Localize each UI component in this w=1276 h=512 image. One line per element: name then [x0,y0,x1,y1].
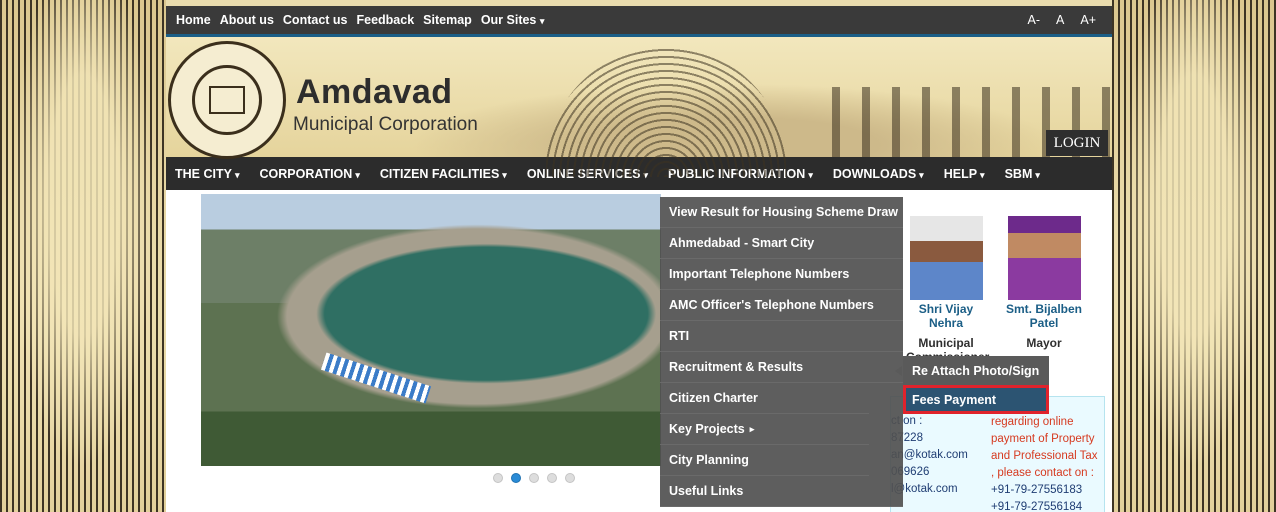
nav-corporation[interactable]: CORPORATION ▾ [259,167,359,181]
login-button[interactable]: LOGIN [1046,130,1108,156]
menu-item-housing-result[interactable]: View Result for Housing Scheme Draw [660,197,903,228]
caret-down-icon: ▾ [919,169,924,180]
our-sites-link[interactable]: Our Sites ▾ [481,13,545,27]
officials-panel: Shri Vijay Nehra Municipal Commissioner … [906,216,1084,364]
feedback-link[interactable]: Feedback [357,13,415,27]
nav-sbm[interactable]: SBM ▾ [1005,167,1040,181]
page-container: Home About us Contact us Feedback Sitema… [166,0,1112,512]
menu-item-key-projects[interactable]: Key Projects ▸ [660,414,869,445]
info-right-column: ry regarding online payment of Property … [991,399,1098,512]
content-area: Shri Vijay Nehra Municipal Commissioner … [166,190,1112,512]
font-decrease-button[interactable]: A- [1028,13,1041,27]
submenu-pointer-icon [895,366,902,376]
caret-down-icon: ▾ [234,169,240,180]
top-bar: Home About us Contact us Feedback Sitema… [166,0,1112,37]
public-information-dropdown: View Result for Housing Scheme Draw Ahme… [660,197,903,507]
caret-down-icon: ▾ [980,169,985,180]
official-commissioner: Shri Vijay Nehra Municipal Commissioner [906,216,989,364]
menu-item-citizen-charter[interactable]: Citizen Charter [660,383,869,414]
menu-item-city-planning[interactable]: City Planning [660,445,869,476]
caret-down-icon: ▾ [355,169,360,180]
hero-slider-image[interactable] [201,194,661,466]
nav-the-city[interactable]: THE CITY ▾ [175,167,239,181]
caret-down-icon: ▾ [539,16,545,26]
menu-item-recruitment[interactable]: Recruitment & Results [660,352,903,383]
about-us-link[interactable]: About us [220,13,274,27]
top-links: Home About us Contact us Feedback Sitema… [166,13,544,27]
nav-help[interactable]: HELP ▾ [944,167,985,181]
mayor-photo [1007,216,1081,300]
official-role: Mayor [1026,336,1062,350]
nav-downloads[interactable]: DOWNLOADS ▾ [833,167,924,181]
font-increase-button[interactable]: A+ [1080,13,1096,27]
caret-down-icon: ▾ [502,169,507,180]
slider-dot[interactable] [493,473,503,483]
chevron-right-icon: ▸ [749,423,755,434]
sitemap-link[interactable]: Sitemap [423,13,472,27]
menu-item-officer-telephones[interactable]: AMC Officer's Telephone Numbers [660,290,903,321]
menu-item-useful-links[interactable]: Useful Links [660,476,903,507]
font-size-controls: A- A A+ [1028,13,1112,27]
site-subtitle: Municipal Corporation [293,114,478,135]
slider-dot-active[interactable] [511,473,521,483]
site-header: Amdavad Municipal Corporation LOGIN [166,37,1112,177]
info-left-column: ct on : 87228 an@kotak.com 069626 l@kota… [891,415,968,495]
recruitment-submenu: Re Attach Photo/Sign Fees Payment [903,356,1049,414]
font-normal-button[interactable]: A [1056,13,1064,27]
amc-emblem-icon[interactable] [168,41,286,159]
official-mayor: Smt. Bijalben Patel Mayor [1004,216,1084,364]
contact-us-link[interactable]: Contact us [283,13,348,27]
caret-down-icon: ▾ [808,169,813,180]
nav-citizen-facilities[interactable]: CITIZEN FACILITIES ▾ [380,167,507,181]
caret-down-icon: ▾ [1035,169,1040,180]
slider-dot[interactable] [565,473,575,483]
background-art-right [1112,0,1276,512]
slider-dot[interactable] [529,473,539,483]
menu-item-rti[interactable]: RTI [660,321,903,352]
site-title: Amdavad [296,73,453,111]
menu-item-smart-city[interactable]: Ahmedabad - Smart City [660,228,903,259]
dome-art [546,47,786,177]
official-name: Shri Vijay Nehra [918,302,974,330]
commissioner-photo [909,216,983,300]
background-art-left [0,0,166,512]
our-sites-label: Our Sites [480,13,537,27]
home-link[interactable]: Home [176,13,211,27]
slider-dots [493,473,575,483]
slider-dot[interactable] [547,473,557,483]
menu-item-telephone-numbers[interactable]: Important Telephone Numbers [660,259,903,290]
official-name: Smt. Bijalben Patel [1005,302,1082,330]
submenu-reattach-photo[interactable]: Re Attach Photo/Sign [903,356,1049,385]
submenu-fees-payment[interactable]: Fees Payment [903,385,1049,414]
